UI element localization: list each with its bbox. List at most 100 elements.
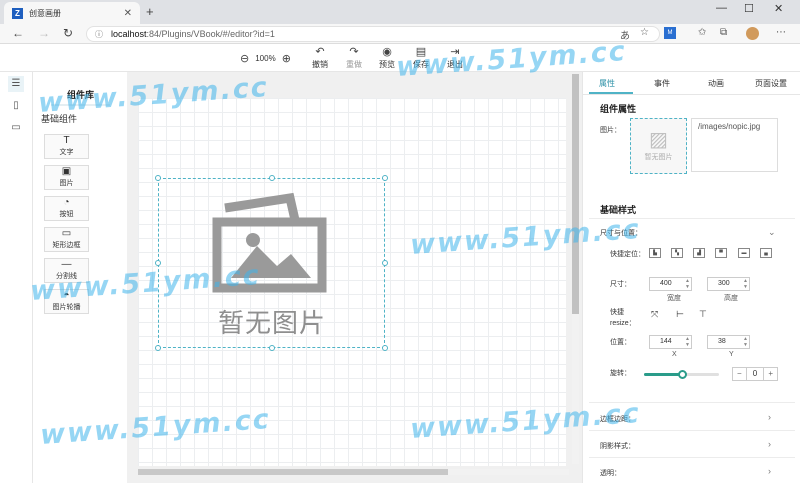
collections-icon[interactable]: ⧉ bbox=[720, 27, 727, 38]
resize-handle-nw[interactable] bbox=[155, 175, 161, 181]
tab-page-settings[interactable]: 页面设置 bbox=[755, 78, 787, 89]
chevron-down-icon[interactable]: ⌄ bbox=[768, 227, 776, 238]
vertical-scroll-thumb[interactable] bbox=[572, 74, 579, 314]
divider-icon: — bbox=[61, 259, 72, 270]
image-picker-text: 暂无图片 bbox=[644, 154, 673, 161]
back-icon[interactable]: ← bbox=[12, 26, 24, 40]
properties-panel: 属性 事件 动画 页面设置 组件属性 图片： ▨ 暂无图片 /images/no… bbox=[582, 72, 800, 483]
component-carousel[interactable]: ◓ 图片轮播 bbox=[44, 289, 89, 314]
divider bbox=[589, 402, 795, 403]
size-position-label: 尺寸与位置： bbox=[600, 230, 642, 237]
resize-handle-sw[interactable] bbox=[155, 345, 161, 351]
fit-width-icon[interactable]: ⊢ bbox=[676, 309, 684, 320]
chevron-right-icon[interactable]: › bbox=[768, 466, 771, 476]
resize-handle-w[interactable] bbox=[155, 260, 161, 266]
decrement-button[interactable]: − bbox=[733, 368, 746, 380]
maximize-window-button[interactable]: ☐ bbox=[744, 2, 754, 15]
horizontal-scrollbar[interactable] bbox=[138, 469, 569, 475]
url-path: :84/Plugins/VBook/#/editor?id=1 bbox=[146, 29, 275, 39]
redo-button[interactable]: ↷ 重做 bbox=[339, 46, 369, 70]
horizontal-scroll-thumb[interactable] bbox=[138, 469, 448, 475]
selection-box[interactable] bbox=[158, 178, 385, 348]
exit-button[interactable]: ⇥ 退出 bbox=[440, 46, 470, 70]
app-favicon-icon: Z bbox=[12, 7, 23, 19]
stepper-icon[interactable]: ▲ ▼ bbox=[685, 278, 690, 290]
chevron-right-icon[interactable]: › bbox=[768, 412, 771, 422]
library-title: 组件库 bbox=[50, 90, 111, 106]
zoom-in-icon[interactable]: ⊕ bbox=[282, 52, 291, 65]
stepper-icon[interactable]: ▲ ▼ bbox=[743, 278, 748, 290]
chevron-right-icon[interactable]: › bbox=[768, 439, 771, 449]
width-value: 400 bbox=[660, 280, 672, 287]
align-top-icon[interactable]: ▀ bbox=[715, 248, 727, 258]
image-path-field[interactable]: /images/nopic.jpg bbox=[691, 118, 778, 172]
save-label: 保存 bbox=[413, 60, 429, 69]
image-label: 图片： bbox=[600, 127, 621, 134]
stepper-icon[interactable]: ▲ ▼ bbox=[743, 336, 748, 348]
browser-tab[interactable]: Z 创意画册 ✕ bbox=[4, 2, 140, 24]
resize-handle-se[interactable] bbox=[382, 345, 388, 351]
url-input[interactable]: ⓘ localhost :84/Plugins/VBook/#/editor?i… bbox=[86, 26, 660, 42]
image-picker[interactable]: ▨ 暂无图片 bbox=[630, 118, 687, 174]
component-image[interactable]: ▣ 图片 bbox=[44, 165, 89, 190]
components-rail-icon[interactable]: ☰ bbox=[8, 76, 24, 92]
preview-button[interactable]: ◉ 预览 bbox=[372, 46, 402, 70]
fit-height-icon[interactable]: ⊤ bbox=[699, 309, 707, 320]
height-input[interactable]: 300 ▲ ▼ bbox=[707, 277, 750, 291]
stepper-icon[interactable]: ▲ ▼ bbox=[685, 336, 690, 348]
avatar[interactable] bbox=[746, 27, 759, 40]
y-input[interactable]: 38 ▲ ▼ bbox=[707, 335, 750, 349]
undo-button[interactable]: ↶ 撤销 bbox=[305, 46, 335, 70]
y-caption: Y bbox=[729, 351, 734, 358]
forward-icon[interactable]: → bbox=[38, 26, 50, 40]
save-button[interactable]: ▤ 保存 bbox=[406, 46, 436, 70]
increment-button[interactable]: + bbox=[764, 368, 777, 380]
zoom-out-icon[interactable]: ⊖ bbox=[240, 52, 249, 65]
rotate-stepper[interactable]: − 0 + bbox=[732, 367, 778, 381]
resize-handle-n[interactable] bbox=[269, 175, 275, 181]
x-caption: X bbox=[672, 351, 677, 358]
close-window-button[interactable]: ✕ bbox=[774, 2, 783, 15]
resize-handle-s[interactable] bbox=[269, 345, 275, 351]
translate-icon[interactable]: あ bbox=[620, 27, 630, 42]
rotate-slider[interactable] bbox=[644, 370, 719, 379]
quick-position-label: 快捷定位： bbox=[610, 251, 645, 258]
site-info-icon[interactable]: ⓘ bbox=[95, 29, 103, 40]
align-hcenter-icon[interactable]: ▚ bbox=[671, 248, 683, 258]
extension-icon[interactable]: M bbox=[664, 27, 676, 39]
width-input[interactable]: 400 ▲ ▼ bbox=[649, 277, 692, 291]
rotate-value[interactable]: 0 bbox=[745, 368, 765, 380]
new-tab-button[interactable]: + bbox=[146, 4, 154, 19]
shadow-label: 阴影样式： bbox=[600, 443, 635, 450]
refresh-icon[interactable]: ↻ bbox=[63, 26, 73, 40]
align-bottom-icon[interactable]: ▄ bbox=[760, 248, 772, 258]
close-tab-icon[interactable]: ✕ bbox=[124, 8, 132, 19]
minimize-window-button[interactable]: — bbox=[716, 2, 727, 14]
eye-icon: ◉ bbox=[382, 46, 392, 58]
tab-events[interactable]: 事件 bbox=[654, 78, 670, 89]
component-text[interactable]: T 文字 bbox=[44, 134, 89, 159]
resize-handle-e[interactable] bbox=[382, 260, 388, 266]
more-menu-icon[interactable]: ⋯ bbox=[776, 27, 786, 38]
x-input[interactable]: 144 ▲ ▼ bbox=[649, 335, 692, 349]
resize-handle-ne[interactable] bbox=[382, 175, 388, 181]
align-left-icon[interactable]: ▙ bbox=[649, 248, 661, 258]
component-divider[interactable]: — 分割线 bbox=[44, 258, 89, 283]
component-button[interactable]: ◔ 按钮 bbox=[44, 196, 89, 221]
component-label: 图片轮播 bbox=[52, 304, 81, 311]
favorites-icon[interactable]: ✩ bbox=[698, 27, 706, 38]
align-vcenter-icon[interactable]: ▬ bbox=[738, 248, 750, 258]
component-rect-border[interactable]: ▭ 矩形边框 bbox=[44, 227, 89, 252]
redo-icon: ↷ bbox=[349, 46, 359, 58]
width-caption: 宽度 bbox=[667, 295, 681, 302]
pages-rail-icon[interactable]: ▯ bbox=[8, 98, 24, 114]
fit-both-icon[interactable]: ⤧ bbox=[651, 309, 658, 320]
tab-animation[interactable]: 动画 bbox=[708, 78, 724, 89]
align-right-icon[interactable]: ▟ bbox=[693, 248, 705, 258]
vertical-scrollbar[interactable] bbox=[572, 74, 579, 464]
rotate-slider-handle[interactable] bbox=[677, 370, 687, 379]
tab-properties[interactable]: 属性 bbox=[599, 78, 615, 89]
favorite-star-icon[interactable]: ☆ bbox=[640, 27, 649, 38]
undo-icon: ↶ bbox=[315, 46, 325, 58]
layers-rail-icon[interactable]: ▭ bbox=[8, 120, 24, 136]
